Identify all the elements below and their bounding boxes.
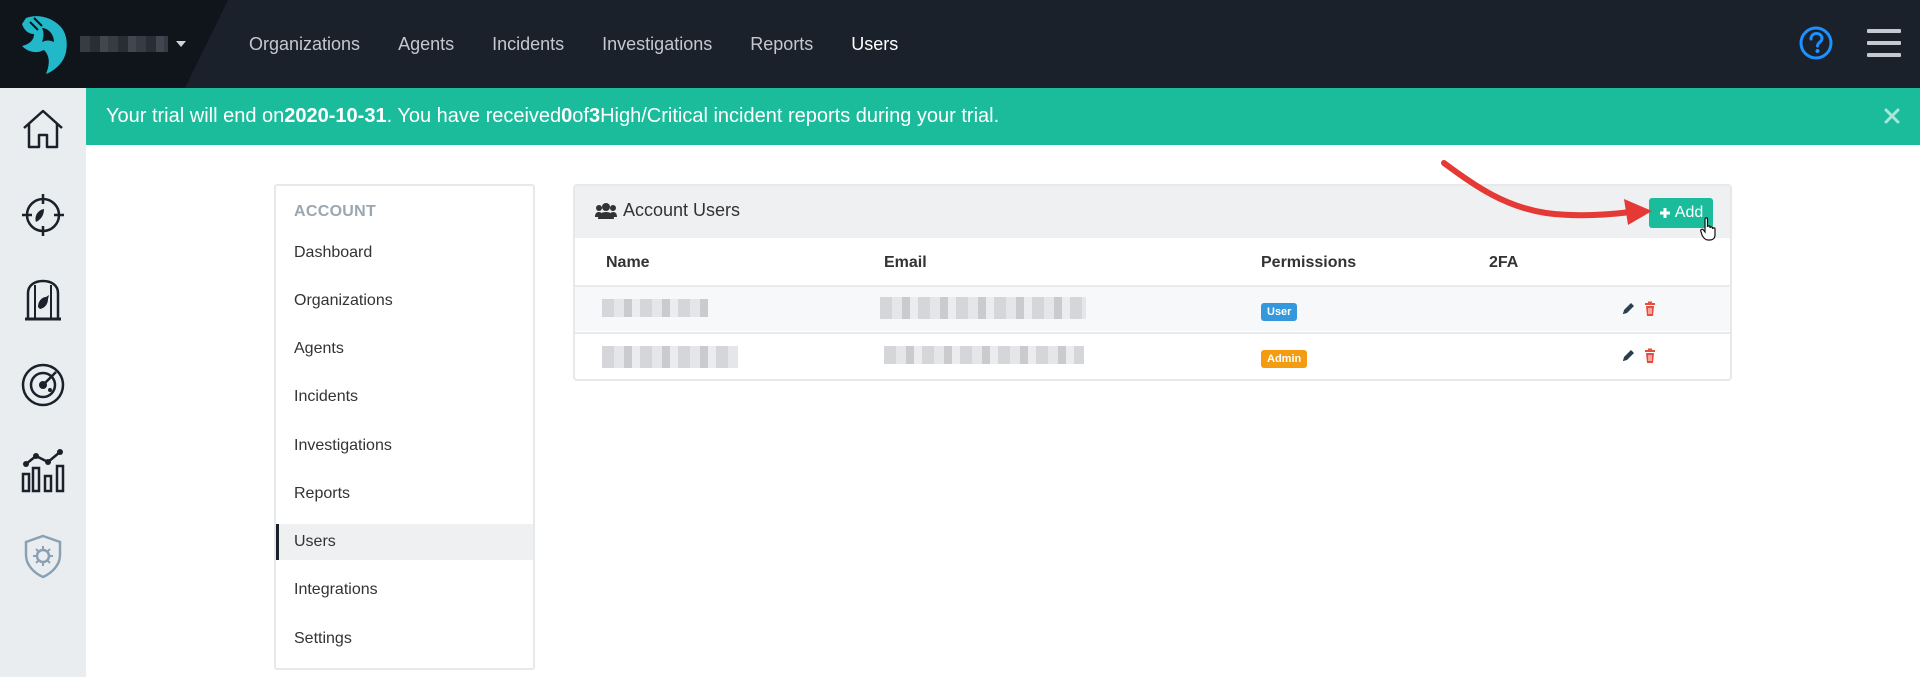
logo-icon[interactable] <box>16 12 72 76</box>
shield-settings-icon[interactable] <box>20 533 66 579</box>
analytics-icon[interactable] <box>20 448 66 494</box>
delete-icon[interactable] <box>1642 301 1658 317</box>
account-menu-heading: ACCOUNT <box>294 203 377 220</box>
trial-text-1: Your trial will end on <box>106 105 285 127</box>
user-name-redacted <box>602 299 708 317</box>
reports-received-count: 0 <box>561 105 573 127</box>
permission-badge: User <box>1261 303 1298 321</box>
organization-name-redacted <box>80 36 168 52</box>
account-item-dashboard[interactable]: Dashboard <box>276 235 533 271</box>
account-item-organizations[interactable]: Organizations <box>276 283 533 319</box>
column-header-email[interactable]: Email <box>884 254 927 272</box>
account-item-integrations[interactable]: Integrations <box>276 572 533 608</box>
table-row: User <box>575 285 1730 331</box>
hand-cursor-icon <box>1700 217 1716 241</box>
edit-icon[interactable] <box>1620 348 1636 364</box>
users-icon <box>595 202 617 219</box>
target-icon[interactable] <box>20 192 66 238</box>
trial-banner: Your trial will end on 2020-10-31 . You … <box>86 88 1920 145</box>
trial-end-date: 2020-10-31 <box>284 105 387 127</box>
account-item-incidents[interactable]: Incidents <box>276 379 533 415</box>
column-header-permissions[interactable]: Permissions <box>1261 254 1356 272</box>
add-user-button-label: Add <box>1674 204 1704 221</box>
plus-icon <box>1659 208 1670 218</box>
account-item-agents[interactable]: Agents <box>276 331 533 367</box>
permission-badge: Admin <box>1261 350 1308 368</box>
account-item-investigations[interactable]: Investigations <box>276 428 533 464</box>
canary-cage-icon[interactable] <box>20 277 66 323</box>
reports-total-count: 3 <box>588 105 601 127</box>
organization-switcher[interactable] <box>80 31 186 57</box>
close-icon[interactable] <box>1882 106 1902 126</box>
nav-users[interactable]: Users <box>851 34 898 55</box>
nav-reports[interactable]: Reports <box>750 34 813 55</box>
table-row: Admin <box>575 332 1730 378</box>
user-email-redacted <box>880 297 1086 319</box>
main-nav: Organizations Agents Incidents Investiga… <box>249 0 936 88</box>
user-email-redacted <box>884 346 1084 364</box>
help-icon[interactable] <box>1799 26 1833 60</box>
nav-incidents[interactable]: Incidents <box>492 34 564 55</box>
edit-icon[interactable] <box>1620 301 1636 317</box>
column-header-2fa[interactable]: 2FA <box>1489 254 1518 272</box>
account-menu: ACCOUNT Dashboard Organizations Agents I… <box>274 184 535 670</box>
icon-sidebar <box>0 88 86 677</box>
nav-investigations[interactable]: Investigations <box>602 34 712 55</box>
nav-organizations[interactable]: Organizations <box>249 34 360 55</box>
chevron-down-icon <box>176 41 186 47</box>
account-item-reports[interactable]: Reports <box>276 476 533 512</box>
nav-agents[interactable]: Agents <box>398 34 454 55</box>
users-panel-title: Account Users <box>595 200 740 221</box>
home-icon[interactable] <box>20 106 66 152</box>
radar-icon[interactable] <box>20 362 66 408</box>
account-item-users[interactable]: Users <box>276 524 533 560</box>
hamburger-menu-icon[interactable] <box>1867 27 1901 59</box>
trial-text-2: . You have received <box>386 105 562 127</box>
delete-icon[interactable] <box>1642 348 1658 364</box>
user-name-redacted <box>602 346 738 368</box>
trial-text-4: High/Critical incident reports during yo… <box>600 105 1000 127</box>
column-header-name[interactable]: Name <box>606 254 650 272</box>
account-item-settings[interactable]: Settings <box>276 621 533 657</box>
top-navigation-bar: Organizations Agents Incidents Investiga… <box>0 0 1920 88</box>
users-panel-title-text: Account Users <box>623 200 741 220</box>
trial-text-3: of <box>572 105 589 127</box>
annotation-arrow-icon <box>1441 160 1652 225</box>
